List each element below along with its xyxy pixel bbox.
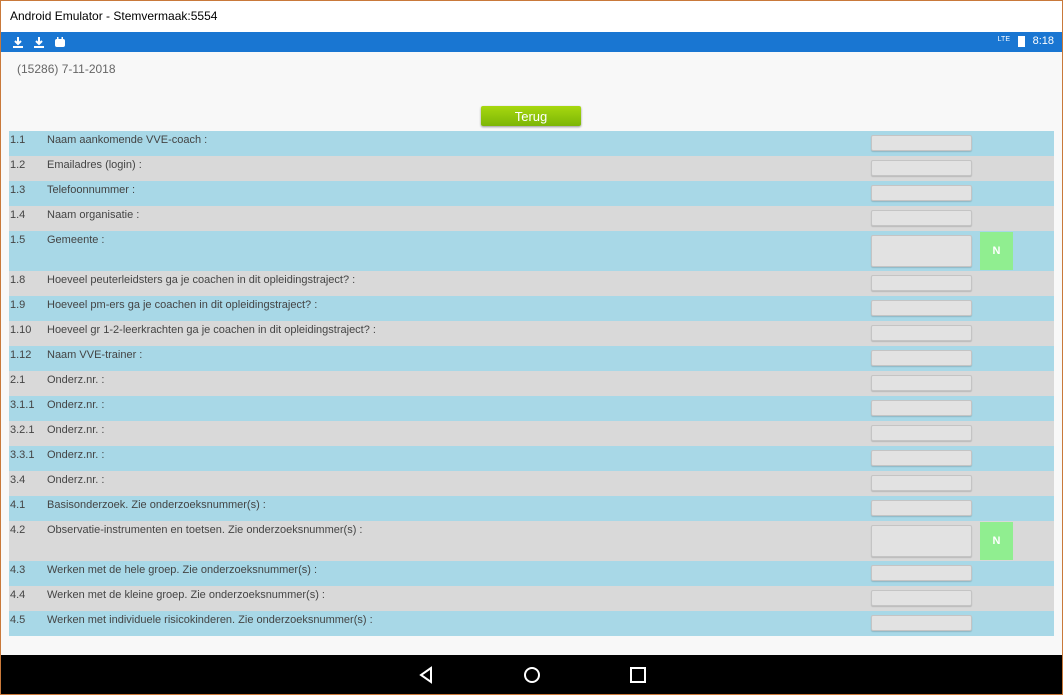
- row-label: Hoeveel peuterleidsters ga je coachen in…: [47, 274, 356, 286]
- recents-nav-icon[interactable]: [628, 665, 648, 685]
- row-number: 1.1: [10, 134, 26, 146]
- row-label: Naam VVE-trainer :: [47, 349, 143, 361]
- row-input-field[interactable]: [871, 450, 972, 466]
- form-row: 1.4 Naam organisatie :: [9, 206, 1054, 231]
- row-input-field[interactable]: [871, 235, 972, 267]
- row-number: 1.4: [10, 209, 26, 221]
- emulator-window: Android Emulator - Stemvermaak:5554 LTE …: [0, 0, 1063, 695]
- home-nav-icon[interactable]: [522, 665, 542, 685]
- row-input-field[interactable]: [871, 350, 972, 366]
- form-row: 1.9 Hoeveel pm-ers ga je coachen in dit o…: [9, 296, 1054, 321]
- row-number: 3.3.1: [10, 449, 35, 461]
- row-number: 2.1: [10, 374, 26, 386]
- row-label: Onderz.nr. :: [47, 424, 105, 436]
- row-input-field[interactable]: [871, 275, 972, 291]
- row-label: Onderz.nr. :: [47, 399, 105, 411]
- row-input-field[interactable]: [871, 375, 972, 391]
- row-label: Gemeente :: [47, 234, 105, 246]
- form-list[interactable]: 1.1 Naam aankomende VVE-coach : 1.2 Emailad…: [9, 131, 1054, 646]
- form-row: 3.1.1 Onderz.nr. :: [9, 396, 1054, 421]
- android-status-bar: LTE 8:18: [1, 32, 1062, 52]
- form-row: 4.1 Basisonderzoek. Zie onderzoeksnummer(…: [9, 496, 1054, 521]
- row-number: 3.4: [10, 474, 26, 486]
- form-row: 1.12 Naam VVE-trainer :: [9, 346, 1054, 371]
- row-input-field[interactable]: [871, 185, 972, 201]
- row-label: Hoeveel pm-ers ga je coachen in dit ople…: [47, 299, 318, 311]
- form-row: 4.2 Observatie-instrumenten en toetsen. Z…: [9, 521, 1054, 561]
- back-nav-icon[interactable]: [417, 665, 437, 685]
- row-input-field[interactable]: [871, 300, 972, 316]
- row-number: 3.2.1: [10, 424, 35, 436]
- form-row: 1.3 Telefoonnummer :: [9, 181, 1054, 206]
- download-icon: [11, 34, 25, 50]
- row-label: Observatie-instrumenten en toetsen. Zie …: [47, 524, 363, 536]
- row-label: Emailadres (login) :: [47, 159, 142, 171]
- row-input-field[interactable]: [871, 210, 972, 226]
- row-number: 4.1: [10, 499, 26, 511]
- row-number: 4.5: [10, 614, 26, 626]
- row-label: Onderz.nr. :: [47, 374, 105, 386]
- back-button[interactable]: Terug: [481, 106, 581, 126]
- form-row: 1.2 Emailadres (login) :: [9, 156, 1054, 181]
- row-label: Onderz.nr. :: [47, 474, 105, 486]
- row-input-field[interactable]: [871, 160, 972, 176]
- row-number: 1.3: [10, 184, 26, 196]
- new-entry-button[interactable]: N: [980, 522, 1013, 560]
- row-label: Werken met de kleine groep. Zie onderzoe…: [47, 589, 325, 601]
- new-entry-button[interactable]: N: [980, 232, 1013, 270]
- row-number: 1.10: [10, 324, 32, 336]
- form-row: 3.4 Onderz.nr. :: [9, 471, 1054, 496]
- row-number: 1.5: [10, 234, 26, 246]
- row-input-field[interactable]: [871, 500, 972, 516]
- form-header-info: (15286) 7-11-2018: [17, 62, 116, 76]
- form-row: 4.4 Werken met de kleine groep. Zie onder…: [9, 586, 1054, 611]
- row-input-field[interactable]: [871, 590, 972, 606]
- row-number: 4.4: [10, 589, 26, 601]
- app-content: (15286) 7-11-2018 Terug 1.1 Naam aankomen…: [1, 52, 1062, 655]
- form-row: 4.3 Werken met de hele groep. Zie onderzo…: [9, 561, 1054, 586]
- form-row: 1.5 Gemeente : N: [9, 231, 1054, 271]
- row-label: Naam organisatie :: [47, 209, 140, 221]
- row-number: 1.9: [10, 299, 26, 311]
- row-input-field[interactable]: [871, 135, 972, 151]
- row-number: 3.1.1: [10, 399, 35, 411]
- form-row: 1.8 Hoeveel peuterleidsters ga je coachen…: [9, 271, 1054, 296]
- form-row: 4.5 Werken met individuele risicokinderen…: [9, 611, 1054, 636]
- row-input-field[interactable]: [871, 400, 972, 416]
- row-input-field[interactable]: [871, 475, 972, 491]
- form-row: 1.1 Naam aankomende VVE-coach :: [9, 131, 1054, 156]
- row-input-field[interactable]: [871, 565, 972, 581]
- form-row: 1.10 Hoeveel gr 1-2-leerkrachten ga je co…: [9, 321, 1054, 346]
- row-label: Naam aankomende VVE-coach :: [47, 134, 208, 146]
- window-titlebar[interactable]: Android Emulator - Stemvermaak:5554: [1, 1, 1062, 32]
- row-number: 4.2: [10, 524, 26, 536]
- window-title: Android Emulator - Stemvermaak:5554: [10, 9, 218, 23]
- form-row: 3.2.1 Onderz.nr. :: [9, 421, 1054, 446]
- row-number: 4.3: [10, 564, 26, 576]
- network-indicator: LTE: [997, 36, 1010, 43]
- row-input-field[interactable]: [871, 615, 972, 631]
- row-input-field[interactable]: [871, 425, 972, 441]
- row-label: Telefoonnummer :: [47, 184, 136, 196]
- row-label: Werken met de hele groep. Zie onderzoeks…: [47, 564, 318, 576]
- download-icon: [32, 34, 46, 50]
- row-number: 1.12: [10, 349, 32, 361]
- row-number: 1.8: [10, 274, 26, 286]
- row-input-field[interactable]: [871, 525, 972, 557]
- row-label: Onderz.nr. :: [47, 449, 105, 461]
- row-label: Basisonderzoek. Zie onderzoeksnummer(s) …: [47, 499, 266, 511]
- row-label: Werken met individuele risicokinderen. Z…: [47, 614, 373, 626]
- row-input-field[interactable]: [871, 325, 972, 341]
- form-row: 3.3.1 Onderz.nr. :: [9, 446, 1054, 471]
- row-number: 1.2: [10, 159, 26, 171]
- android-nav-bar: [1, 655, 1062, 694]
- battery-icon: [1018, 36, 1025, 47]
- form-row: 2.1 Onderz.nr. :: [9, 371, 1054, 396]
- android-icon: [53, 34, 67, 50]
- status-time: 8:18: [1032, 35, 1054, 47]
- row-label: Hoeveel gr 1-2-leerkrachten ga je coache…: [47, 324, 376, 336]
